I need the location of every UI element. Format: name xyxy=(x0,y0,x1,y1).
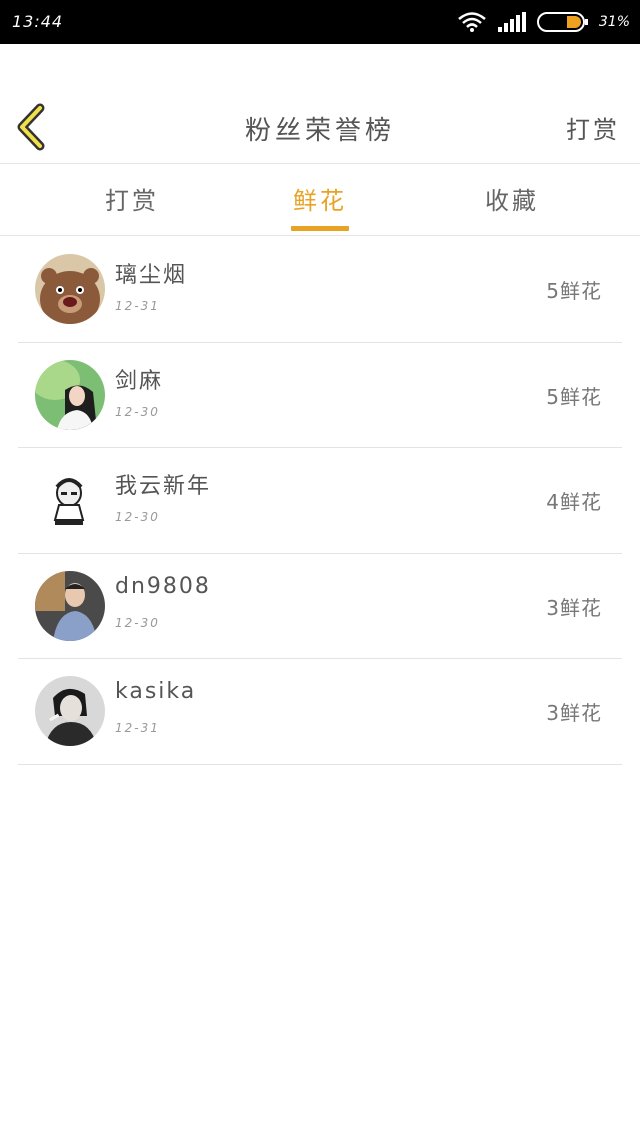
tab-indicator xyxy=(291,226,349,231)
flower-count: 5鲜花 xyxy=(546,279,602,303)
tab-reward[interactable]: 打赏 xyxy=(62,165,202,236)
status-bar: 13:44 31% xyxy=(0,0,640,44)
avatar[interactable] xyxy=(35,254,105,324)
tab-bar: 打赏 鲜花 收藏 xyxy=(0,165,640,236)
tab-favorites[interactable]: 收藏 xyxy=(442,165,582,236)
avatar[interactable] xyxy=(35,570,105,641)
fan-list: 璃尘烟 12-31 5鲜花 剑麻 12-30 5鲜花 我云新年 12-30 4鲜… xyxy=(0,237,640,765)
date: 12-31 xyxy=(115,299,160,313)
list-item[interactable]: 我云新年 12-30 4鲜花 xyxy=(18,448,622,554)
list-item[interactable]: 璃尘烟 12-31 5鲜花 xyxy=(18,237,622,343)
flower-count: 3鲜花 xyxy=(546,701,602,726)
reward-button[interactable]: 打赏 xyxy=(566,110,620,145)
list-item[interactable]: dn9808 12-30 3鲜花 xyxy=(18,554,622,660)
status-icons: 31% xyxy=(457,10,630,34)
list-item[interactable]: 剑麻 12-30 5鲜花 xyxy=(18,343,622,449)
signal-icon xyxy=(497,12,526,32)
flower-count: 4鲜花 xyxy=(546,490,602,515)
username: dn9808 xyxy=(115,573,211,599)
flower-count: 3鲜花 xyxy=(546,595,602,620)
date: 12-30 xyxy=(115,615,160,630)
username: kasika xyxy=(115,679,197,705)
avatar[interactable] xyxy=(35,465,105,536)
date: 12-31 xyxy=(115,721,160,736)
status-time: 13:44 xyxy=(12,12,64,31)
page-title: 粉丝荣誉榜 xyxy=(244,116,395,146)
flower-count: 5鲜花 xyxy=(546,384,602,409)
username: 我云新年 xyxy=(115,474,212,500)
battery-icon xyxy=(536,12,588,32)
date: 12-30 xyxy=(115,510,160,525)
username: 璃尘烟 xyxy=(115,263,188,288)
battery-text: 31% xyxy=(598,14,630,30)
list-item[interactable]: kasika 12-31 3鲜花 xyxy=(18,659,622,765)
avatar[interactable] xyxy=(35,676,105,747)
header-spacer xyxy=(0,44,640,90)
wifi-icon xyxy=(458,12,486,32)
username: 剑麻 xyxy=(115,368,164,394)
nav-bar: 粉丝荣誉榜 打赏 xyxy=(0,90,640,164)
avatar[interactable] xyxy=(35,359,105,430)
date: 12-30 xyxy=(115,404,160,419)
